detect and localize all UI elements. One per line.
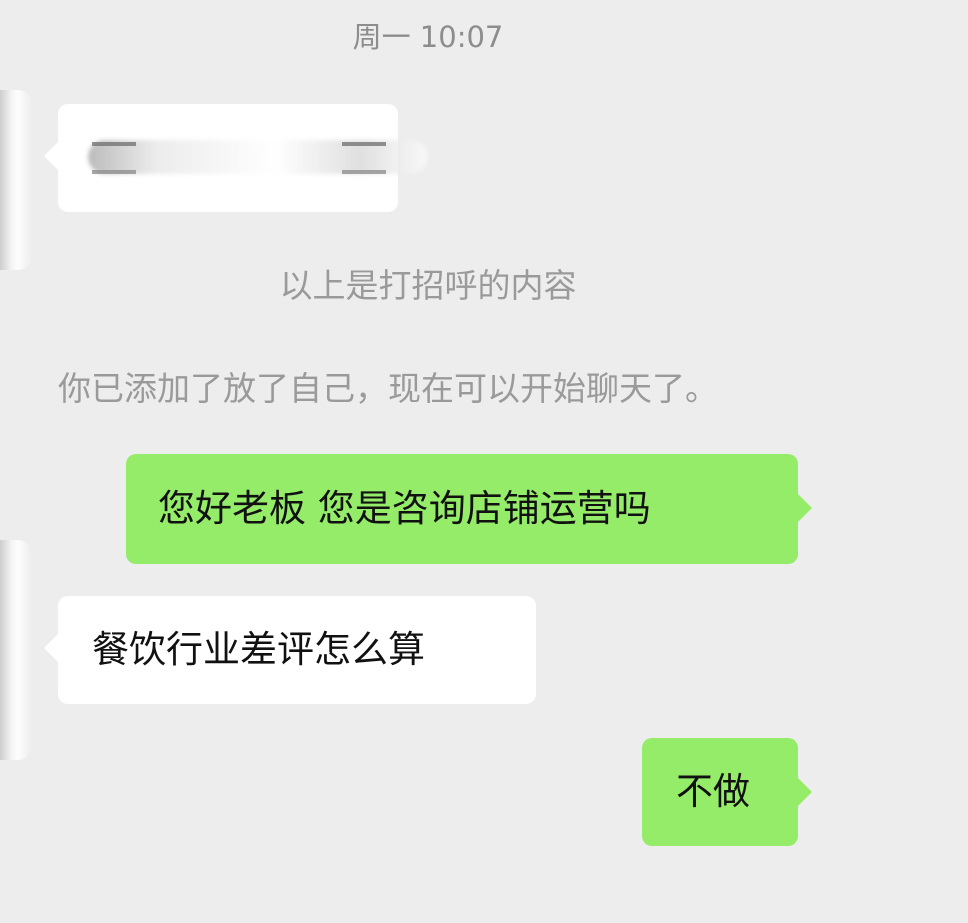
system-notice-friend-added: 你已添加了放了自己，现在可以开始聊天了。 <box>58 369 718 408</box>
message-text: 餐饮行业差评怎么算 <box>92 628 425 671</box>
contact-avatar-icon[interactable] <box>0 90 32 270</box>
contact-avatar-icon[interactable] <box>0 540 32 760</box>
incoming-message-bubble[interactable]: 餐饮行业差评怎么算 <box>44 596 536 704</box>
message-text: 不做 <box>676 770 750 813</box>
greeting-message-bubble-redacted[interactable] <box>44 104 428 212</box>
system-notice-greeting: 以上是打招呼的内容 <box>279 266 577 305</box>
message-text: 您好老板 您是咨询店铺运营吗 <box>158 487 651 530</box>
outgoing-message-bubble[interactable]: 您好老板 您是咨询店铺运营吗 <box>126 454 812 564</box>
redacted-glyph <box>342 142 386 174</box>
redacted-glyph <box>92 142 136 174</box>
message-timestamp: 周一 10:07 <box>352 20 504 54</box>
outgoing-message-bubble[interactable]: 不做 <box>642 738 812 846</box>
